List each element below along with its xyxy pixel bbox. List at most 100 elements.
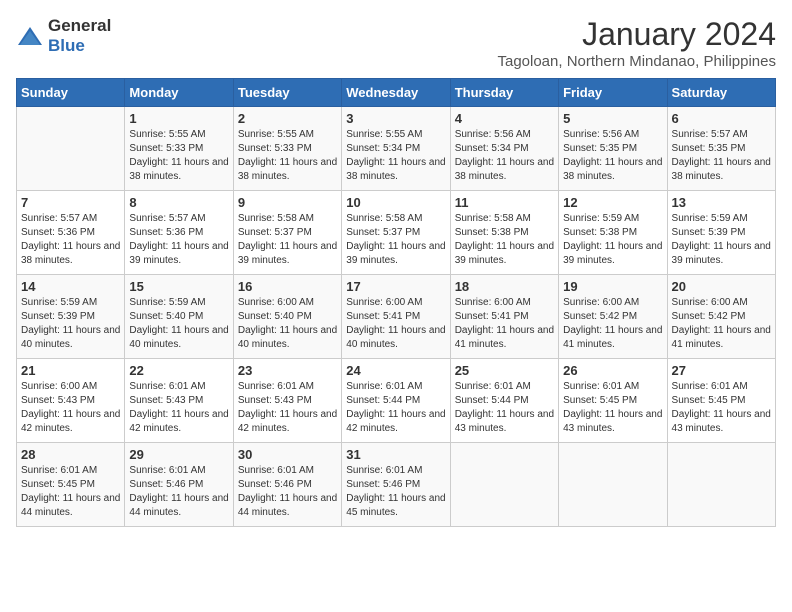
cell-info: Sunrise: 5:59 AMSunset: 5:39 PMDaylight:… [672,212,771,268]
day-number: 1 [129,111,228,126]
col-monday: Monday [125,79,233,107]
calendar-cell: 18Sunrise: 6:00 AMSunset: 5:41 PMDayligh… [450,275,558,359]
cell-info: Sunrise: 5:58 AMSunset: 5:37 PMDaylight:… [346,212,445,268]
cell-info: Sunrise: 5:56 AMSunset: 5:34 PMDaylight:… [455,128,554,184]
day-number: 31 [346,447,445,462]
col-tuesday: Tuesday [233,79,341,107]
cell-info: Sunrise: 5:57 AMSunset: 5:36 PMDaylight:… [21,212,120,268]
calendar-cell: 6Sunrise: 5:57 AMSunset: 5:35 PMDaylight… [667,107,775,191]
calendar-cell: 28 Sunrise: 6:01 AMSunset: 5:45 PMDayligh… [17,443,125,527]
day-number: 7 [21,195,120,210]
day-number: 26 [563,363,662,378]
day-number: 2 [238,111,337,126]
col-friday: Friday [559,79,667,107]
cell-info: Sunrise: 6:01 AMSunset: 5:44 PMDaylight:… [455,380,554,436]
calendar-cell: 30 Sunrise: 6:01 AMSunset: 5:46 PMDayligh… [233,443,341,527]
cell-info: Sunrise: 6:01 AMSunset: 5:43 PMDaylight:… [129,380,228,436]
day-number: 14 [21,279,120,294]
calendar-cell: 9 Sunrise: 5:58 AMSunset: 5:37 PMDaylight… [233,191,341,275]
day-number: 24 [346,363,445,378]
calendar-week-1: 1 Sunrise: 5:55 AMSunset: 5:33 PMDaylight… [17,107,776,191]
day-number: 4 [455,111,554,126]
cell-info: Sunrise: 6:00 AMSunset: 5:42 PMDaylight:… [563,296,662,352]
calendar-cell: 19 Sunrise: 6:00 AMSunset: 5:42 PMDayligh… [559,275,667,359]
calendar-cell: 11 Sunrise: 5:58 AMSunset: 5:38 PMDayligh… [450,191,558,275]
location-subtitle: Tagoloan, Northern Mindanao, Philippines [497,53,776,70]
cell-info: Sunrise: 5:58 AMSunset: 5:37 PMDaylight:… [238,212,337,268]
calendar-cell [667,443,775,527]
day-number: 9 [238,195,337,210]
day-number: 22 [129,363,228,378]
day-number: 6 [672,111,771,126]
calendar-cell: 10 Sunrise: 5:58 AMSunset: 5:37 PMDayligh… [342,191,450,275]
cell-info: Sunrise: 6:00 AMSunset: 5:40 PMDaylight:… [238,296,337,352]
cell-info: Sunrise: 6:01 AMSunset: 5:43 PMDaylight:… [238,380,337,436]
logo: General Blue [16,16,111,56]
calendar-cell: 2 Sunrise: 5:55 AMSunset: 5:33 PMDaylight… [233,107,341,191]
calendar-week-4: 21Sunrise: 6:00 AMSunset: 5:43 PMDayligh… [17,359,776,443]
cell-info: Sunrise: 5:55 AMSunset: 5:33 PMDaylight:… [238,128,337,184]
calendar-cell: 3 Sunrise: 5:55 AMSunset: 5:34 PMDaylight… [342,107,450,191]
calendar-cell: 7 Sunrise: 5:57 AMSunset: 5:36 PMDaylight… [17,191,125,275]
calendar-week-5: 28 Sunrise: 6:01 AMSunset: 5:45 PMDayligh… [17,443,776,527]
cell-info: Sunrise: 6:01 AMSunset: 5:46 PMDaylight:… [346,464,445,520]
day-number: 21 [21,363,120,378]
calendar-cell: 17 Sunrise: 6:00 AMSunset: 5:41 PMDayligh… [342,275,450,359]
day-number: 28 [21,447,120,462]
cell-info: Sunrise: 5:58 AMSunset: 5:38 PMDaylight:… [455,212,554,268]
day-number: 23 [238,363,337,378]
day-number: 5 [563,111,662,126]
cell-info: Sunrise: 6:01 AMSunset: 5:46 PMDaylight:… [129,464,228,520]
calendar-cell: 12Sunrise: 5:59 AMSunset: 5:38 PMDayligh… [559,191,667,275]
col-saturday: Saturday [667,79,775,107]
cell-info: Sunrise: 6:01 AMSunset: 5:45 PMDaylight:… [563,380,662,436]
day-number: 20 [672,279,771,294]
logo-icon [16,25,44,47]
cell-info: Sunrise: 6:01 AMSunset: 5:44 PMDaylight:… [346,380,445,436]
cell-info: Sunrise: 5:57 AMSunset: 5:36 PMDaylight:… [129,212,228,268]
cell-info: Sunrise: 5:59 AMSunset: 5:38 PMDaylight:… [563,212,662,268]
calendar-cell: 20Sunrise: 6:00 AMSunset: 5:42 PMDayligh… [667,275,775,359]
calendar-cell: 21Sunrise: 6:00 AMSunset: 5:43 PMDayligh… [17,359,125,443]
calendar-cell: 23 Sunrise: 6:01 AMSunset: 5:43 PMDayligh… [233,359,341,443]
day-number: 25 [455,363,554,378]
calendar-cell: 14 Sunrise: 5:59 AMSunset: 5:39 PMDayligh… [17,275,125,359]
day-number: 8 [129,195,228,210]
day-number: 29 [129,447,228,462]
cell-info: Sunrise: 6:01 AMSunset: 5:45 PMDaylight:… [21,464,120,520]
cell-info: Sunrise: 6:01 AMSunset: 5:46 PMDaylight:… [238,464,337,520]
cell-info: Sunrise: 5:59 AMSunset: 5:39 PMDaylight:… [21,296,120,352]
title-block: January 2024 Tagoloan, Northern Mindanao… [497,16,776,70]
cell-info: Sunrise: 5:56 AMSunset: 5:35 PMDaylight:… [563,128,662,184]
calendar-cell: 13 Sunrise: 5:59 AMSunset: 5:39 PMDayligh… [667,191,775,275]
calendar-cell: 8 Sunrise: 5:57 AMSunset: 5:36 PMDaylight… [125,191,233,275]
day-number: 10 [346,195,445,210]
cell-info: Sunrise: 6:01 AMSunset: 5:45 PMDaylight:… [672,380,771,436]
calendar-cell: 5 Sunrise: 5:56 AMSunset: 5:35 PMDaylight… [559,107,667,191]
day-number: 19 [563,279,662,294]
day-number: 27 [672,363,771,378]
calendar-table: Sunday Monday Tuesday Wednesday Thursday… [16,78,776,527]
calendar-cell: 4 Sunrise: 5:56 AMSunset: 5:34 PMDaylight… [450,107,558,191]
day-number: 3 [346,111,445,126]
day-number: 11 [455,195,554,210]
cell-info: Sunrise: 6:00 AMSunset: 5:41 PMDaylight:… [346,296,445,352]
col-sunday: Sunday [17,79,125,107]
cell-info: Sunrise: 6:00 AMSunset: 5:41 PMDaylight:… [455,296,554,352]
calendar-cell: 24 Sunrise: 6:01 AMSunset: 5:44 PMDayligh… [342,359,450,443]
day-number: 30 [238,447,337,462]
calendar-week-3: 14 Sunrise: 5:59 AMSunset: 5:39 PMDayligh… [17,275,776,359]
calendar-cell: 1Sunrise: 5:55 AMSunset: 5:33 PMDaylight… [125,107,233,191]
month-title: January 2024 [497,16,776,53]
calendar-week-2: 7 Sunrise: 5:57 AMSunset: 5:36 PMDaylight… [17,191,776,275]
day-number: 15 [129,279,228,294]
calendar-cell: 26 Sunrise: 6:01 AMSunset: 5:45 PMDayligh… [559,359,667,443]
calendar-cell [17,107,125,191]
cell-info: Sunrise: 5:55 AMSunset: 5:34 PMDaylight:… [346,128,445,184]
header-row: Sunday Monday Tuesday Wednesday Thursday… [17,79,776,107]
calendar-cell: 27 Sunrise: 6:01 AMSunset: 5:45 PMDayligh… [667,359,775,443]
day-number: 13 [672,195,771,210]
day-number: 17 [346,279,445,294]
calendar-cell: 29 Sunrise: 6:01 AMSunset: 5:46 PMDayligh… [125,443,233,527]
col-thursday: Thursday [450,79,558,107]
